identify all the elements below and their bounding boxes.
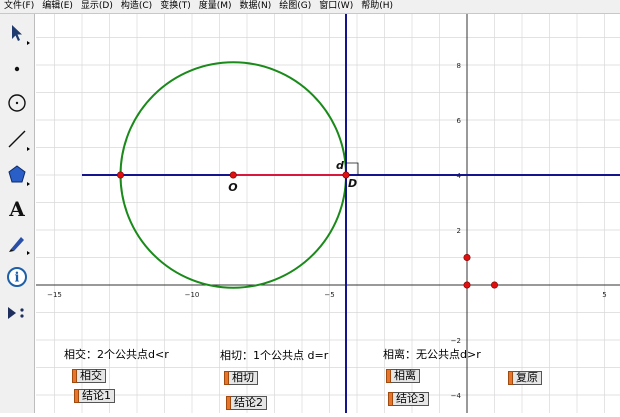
y-tick-label: 8 — [457, 62, 461, 70]
menu-file[interactable]: 文件(F) — [0, 0, 38, 13]
intersect-description: 相交：2个公共点d<r — [64, 348, 169, 361]
separate-button[interactable]: 相离 — [386, 369, 420, 383]
flyout-indicator-icon — [27, 182, 30, 186]
point-tool[interactable] — [2, 54, 32, 84]
reset-button[interactable]: 复原 — [508, 371, 542, 385]
arrow-icon — [12, 25, 22, 41]
point-label-d: D — [348, 177, 357, 190]
y-tick-label: −2 — [451, 337, 461, 345]
conclusion1-button-label: 结论1 — [79, 389, 115, 403]
custom-tool[interactable] — [2, 298, 32, 328]
conclusion1-button[interactable]: 结论1 — [74, 389, 115, 403]
straightedge-tool[interactable] — [2, 124, 32, 154]
menu-display[interactable]: 显示(D) — [77, 0, 117, 13]
play-menu-icon — [8, 307, 24, 319]
flyout-indicator-icon — [27, 41, 30, 45]
x-tick-label: −5 — [324, 291, 334, 299]
info-icon: i — [7, 267, 27, 287]
polygon-tool[interactable] — [2, 159, 32, 189]
conclusion3-button-label: 结论3 — [393, 392, 429, 406]
point[interactable] — [463, 254, 471, 262]
menu-bar: 文件(F) 编辑(E) 显示(D) 构造(C) 变换(T) 度量(M) 数据(N… — [0, 0, 620, 14]
tangent-description: 相切：1个公共点 d=r — [220, 349, 329, 362]
point-icon — [14, 66, 20, 72]
intersect-button-label: 相交 — [77, 369, 106, 383]
segment-icon — [8, 130, 26, 148]
distance-label-d: d — [336, 159, 344, 172]
menu-construct[interactable]: 构造(C) — [117, 0, 156, 13]
information-tool[interactable]: i — [2, 262, 32, 292]
conclusion3-button[interactable]: 结论3 — [388, 392, 429, 406]
point[interactable] — [490, 281, 498, 289]
compass-tool[interactable] — [2, 88, 32, 118]
conclusion2-button[interactable]: 结论2 — [226, 396, 267, 410]
menu-edit[interactable]: 编辑(E) — [38, 0, 77, 13]
menu-help[interactable]: 帮助(H) — [357, 0, 397, 13]
pentagon-icon — [8, 165, 26, 183]
point-label-o: O — [228, 181, 237, 194]
tangent-button[interactable]: 相切 — [224, 371, 258, 385]
x-tick-label: −15 — [47, 291, 62, 299]
circle-icon — [8, 94, 26, 112]
menu-data[interactable]: 数据(N) — [236, 0, 276, 13]
y-tick-label: 6 — [457, 117, 462, 125]
point-o[interactable] — [229, 171, 237, 179]
point[interactable] — [463, 281, 471, 289]
point[interactable] — [117, 171, 125, 179]
separate-button-label: 相离 — [391, 369, 420, 383]
flyout-indicator-icon — [27, 251, 30, 255]
tangent-button-label: 相切 — [229, 371, 258, 385]
flyout-indicator-icon — [27, 147, 30, 151]
letter-a-icon: A — [9, 197, 25, 221]
x-tick-label: −10 — [185, 291, 200, 299]
reset-button-label: 复原 — [513, 371, 542, 385]
arrow-select-tool[interactable] — [2, 18, 32, 48]
x-tick-label: 5 — [602, 291, 606, 299]
text-tool[interactable]: A — [2, 194, 32, 224]
y-tick-label: 2 — [457, 227, 461, 235]
intersect-button[interactable]: 相交 — [72, 369, 106, 383]
menu-transform[interactable]: 变换(T) — [156, 0, 195, 13]
menu-graph[interactable]: 绘图(G) — [275, 0, 315, 13]
y-tick-label: −4 — [451, 392, 462, 400]
toolbox: A i — [0, 14, 35, 413]
menu-measure[interactable]: 度量(M) — [195, 0, 236, 13]
info-glyph: i — [15, 271, 20, 286]
marker-tool[interactable] — [2, 228, 32, 258]
pen-icon — [9, 237, 24, 252]
conclusion2-button-label: 结论2 — [231, 396, 267, 410]
separate-description: 相离：无公共点d>r — [383, 348, 481, 361]
menu-window[interactable]: 窗口(W) — [315, 0, 357, 13]
